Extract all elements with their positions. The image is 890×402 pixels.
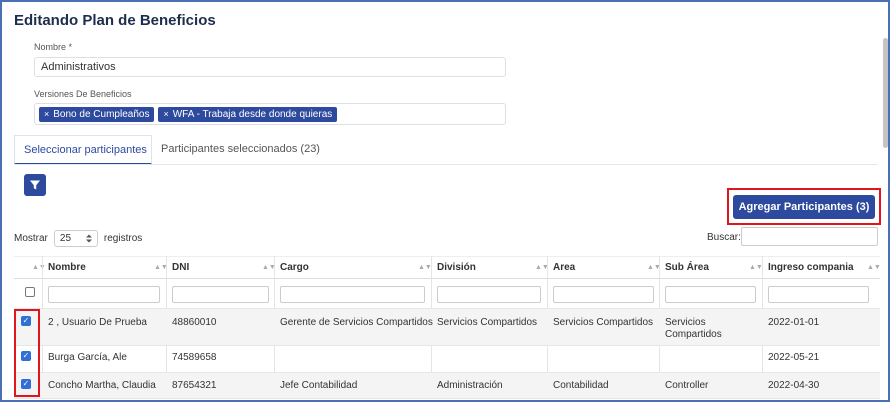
page-size-value: 25 xyxy=(59,233,72,244)
table-row[interactable]: ✓ Concho Martha, Claudia 87654321 Jefe C… xyxy=(14,373,880,399)
search-input[interactable] xyxy=(741,227,878,246)
column-header-sub-area[interactable]: Sub Área xyxy=(665,257,709,280)
page-size-select[interactable]: 25 xyxy=(53,230,98,247)
cell-nombre: 2 , Usuario De Prueba xyxy=(48,317,147,328)
table-header: ▲▼ Nombre ▲▼ DNI ▲▼ Cargo ▲▼ División ▲▼… xyxy=(14,256,881,280)
filter-row xyxy=(14,279,880,309)
tag-bono-cumpleanos: × Bono de Cumpleaños xyxy=(39,106,155,122)
show-prefix: Mostrar xyxy=(14,233,48,244)
tag-label: WFA - Trabaja desde donde quieras xyxy=(172,108,333,120)
tag-remove-icon[interactable]: × xyxy=(163,109,168,119)
page-title: Editando Plan de Beneficios xyxy=(14,12,216,29)
highlight-checkboxes xyxy=(14,309,40,397)
cell-ingreso: 2022-04-30 xyxy=(768,380,820,391)
column-header-nombre[interactable]: Nombre xyxy=(48,257,86,280)
filter-input-area[interactable] xyxy=(553,286,654,303)
filter-icon xyxy=(30,180,40,190)
name-label: Nombre * xyxy=(34,42,73,52)
add-participants-button[interactable]: Agregar Participantes (3) xyxy=(733,195,875,219)
cell-division: Servicios Compartidos xyxy=(437,317,538,328)
select-arrows-icon xyxy=(85,234,92,243)
table-row[interactable]: ✓ Burga García, Ale 74589658 2022-05-21 xyxy=(14,346,880,373)
sort-icon[interactable]: ▲▼ xyxy=(867,257,881,279)
column-header-dni[interactable]: DNI xyxy=(172,257,189,280)
filter-input-ingreso[interactable] xyxy=(768,286,869,303)
filter-input-nombre[interactable] xyxy=(48,286,160,303)
tag-remove-icon[interactable]: × xyxy=(44,109,49,119)
table-row[interactable]: ✓ 2 , Usuario De Prueba 48860010 Gerente… xyxy=(14,309,880,346)
name-input[interactable]: Administrativos xyxy=(34,57,506,77)
filter-input-division[interactable] xyxy=(437,286,541,303)
show-suffix: registros xyxy=(103,233,143,244)
cell-nombre: Concho Martha, Claudia xyxy=(48,380,156,391)
cell-cargo: Jefe Contabilidad xyxy=(280,380,358,391)
column-header-cargo[interactable]: Cargo xyxy=(280,257,309,280)
tag-label: Bono de Cumpleaños xyxy=(53,108,150,120)
cell-cargo: Gerente de Servicios Compartidos xyxy=(280,317,433,328)
page-size-control: Mostrar 25 registros xyxy=(14,230,142,247)
column-header-division[interactable]: División xyxy=(437,257,476,280)
name-input-value: Administrativos xyxy=(41,61,116,73)
cell-division: Administración xyxy=(437,380,503,391)
cell-ingreso: 2022-01-01 xyxy=(768,317,820,328)
column-header-area[interactable]: Area xyxy=(553,257,575,280)
page-scrollbar[interactable] xyxy=(883,38,888,148)
cell-nombre: Burga García, Ale xyxy=(48,352,127,363)
filter-input-sub-area[interactable] xyxy=(665,286,756,303)
page-frame: Editando Plan de Beneficios Nombre * Adm… xyxy=(0,0,890,402)
versions-multiselect[interactable]: × Bono de Cumpleaños × WFA - Trabaja des… xyxy=(34,103,506,125)
sort-icon[interactable]: ▲▼ xyxy=(32,257,46,279)
filter-input-cargo[interactable] xyxy=(280,286,425,303)
tag-wfa: × WFA - Trabaja desde donde quieras xyxy=(158,106,338,122)
cell-ingreso: 2022-05-21 xyxy=(768,352,820,363)
sort-icon[interactable]: ▲▼ xyxy=(749,257,763,279)
cell-area: Contabilidad xyxy=(553,380,609,391)
versions-label: Versiones De Beneficios xyxy=(34,89,132,99)
filter-input-dni[interactable] xyxy=(172,286,269,303)
filter-button[interactable] xyxy=(24,174,46,196)
cell-area: Servicios Compartidos xyxy=(553,317,654,328)
cell-dni: 74589658 xyxy=(172,352,217,363)
cell-sub-area: Controller xyxy=(665,380,709,391)
tab-participantes-seleccionados[interactable]: Participantes seleccionados (23) xyxy=(152,135,329,165)
tab-seleccionar-participantes[interactable]: Seleccionar participantes xyxy=(14,135,152,165)
tab-divider xyxy=(14,164,878,165)
select-all-checkbox[interactable] xyxy=(25,287,35,297)
column-header-ingreso[interactable]: Ingreso compania xyxy=(768,257,854,280)
search-label: Buscar: xyxy=(707,232,741,243)
cell-dni: 48860010 xyxy=(172,317,217,328)
sort-icon[interactable]: ▲▼ xyxy=(418,257,432,279)
cell-dni: 87654321 xyxy=(172,380,217,391)
cell-sub-area: Servicios Compartidos xyxy=(665,317,722,340)
